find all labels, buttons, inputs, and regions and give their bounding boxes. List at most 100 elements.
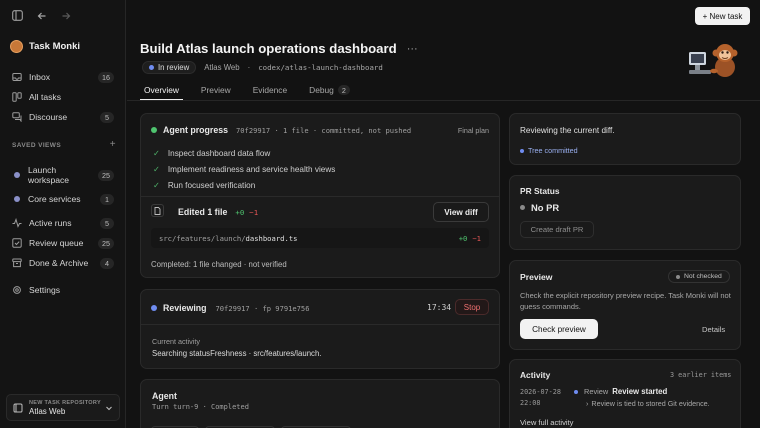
step-label: Implement readiness and service health v… <box>167 164 336 174</box>
saved-views: Launch workspace 25 Core services 1 <box>6 161 120 209</box>
progress-steps: ✓ Inspect dashboard data flow ✓ Implement … <box>153 145 335 193</box>
launch-workspace-count: 25 <box>98 169 114 181</box>
sidebar-toggle-icon[interactable] <box>12 10 23 21</box>
sidebar-item-label: Done & Archive <box>29 258 89 268</box>
pr-status-value-row: No PR <box>520 202 559 213</box>
elapsed-time: 17:34 <box>427 303 452 312</box>
back-arrow-icon[interactable] <box>37 11 47 21</box>
final-plan-link[interactable]: Final plan <box>458 126 489 135</box>
done-archive-count: 4 <box>100 257 114 269</box>
columns-icon <box>12 92 22 102</box>
chevron-right-icon: › <box>586 399 589 408</box>
status-dot-icon <box>149 65 154 70</box>
activity-event: Review Review started <box>574 387 667 396</box>
sidebar-item-done-archive[interactable]: Done & Archive 4 <box>6 253 120 273</box>
repository-caption: NEW TASK REPOSITORY <box>29 399 101 406</box>
sidebar-item-discourse[interactable]: Discourse 5 <box>6 107 120 127</box>
saved-view-label: Launch workspace <box>28 165 70 185</box>
view-diff-button[interactable]: View diff <box>433 202 489 222</box>
brand: Task Monki <box>10 40 80 53</box>
additions-count: +0 <box>235 207 245 217</box>
archive-icon <box>12 258 22 268</box>
tree-status-label: Tree committed <box>528 146 578 155</box>
task-title-row: Build Atlas launch operations dashboard … <box>140 41 418 56</box>
sidebar: Task Monki Inbox 16 All tasks Discourse … <box>0 0 126 428</box>
reviewing-dot-icon <box>151 305 157 311</box>
saved-view-core-services[interactable]: Core services 1 <box>6 189 120 209</box>
activity-timestamp: 2026-07-28 22:08 <box>520 387 561 409</box>
sidebar-item-settings[interactable]: Settings <box>6 280 120 300</box>
repository-selector[interactable]: NEW TASK REPOSITORY Atlas Web <box>6 394 120 421</box>
saved-views-label: SAVED VIEWS <box>12 142 62 149</box>
saved-view-dot-icon <box>14 172 20 178</box>
step-label: Inspect dashboard data flow <box>167 148 271 158</box>
tabs-divider <box>127 100 760 101</box>
activity-time: 22:08 <box>520 399 541 407</box>
saved-views-header: SAVED VIEWS + <box>12 139 116 150</box>
secondary-nav: Active runs 5 Review queue 25 Done & Arc… <box>6 213 120 300</box>
review-queue-count: 25 <box>98 237 114 249</box>
preview-description: Check the explicit repository preview re… <box>520 291 731 311</box>
sidebar-item-active-runs[interactable]: Active runs 5 <box>6 213 120 233</box>
check-icon: ✓ <box>153 181 160 190</box>
saved-view-launch-workspace[interactable]: Launch workspace 25 <box>6 161 120 189</box>
tab-overview[interactable]: Overview <box>140 85 183 100</box>
list-item: ✓ Implement readiness and service health … <box>153 161 335 177</box>
tab-evidence[interactable]: Evidence <box>249 85 291 100</box>
sidebar-item-inbox[interactable]: Inbox 16 <box>6 67 120 87</box>
preview-panel: Preview Not checked Check the explicit r… <box>509 260 741 350</box>
preview-title: Preview <box>520 272 553 282</box>
chat-icon <box>12 112 22 122</box>
file-additions: +0 <box>458 233 468 243</box>
preview-details-link[interactable]: Details <box>702 325 725 334</box>
event-detail: Review is tied to stored Git evidence. <box>591 399 710 408</box>
earlier-items-link[interactable]: 3 earlier items <box>670 371 731 379</box>
reviewing-meta: 70f29917 · fp 9791e756 <box>215 303 310 313</box>
preview-status-badge: Not checked <box>668 270 730 283</box>
agent-title: Agent <box>152 391 177 401</box>
tree-dot-icon <box>520 148 524 153</box>
core-services-count: 1 <box>100 193 114 205</box>
edited-files-label: Edited 1 file <box>178 207 228 217</box>
tab-preview[interactable]: Preview <box>197 85 235 100</box>
check-preview-button[interactable]: Check preview <box>520 319 598 339</box>
chevron-down-icon <box>106 406 112 410</box>
tree-status: Tree committed <box>520 146 578 155</box>
add-saved-view-button[interactable]: + <box>110 139 116 150</box>
sidebar-item-all-tasks[interactable]: All tasks <box>6 87 120 107</box>
divider <box>141 196 499 197</box>
agent-meta: Turn turn-9 · Completed <box>152 403 249 411</box>
inbox-icon <box>12 73 22 81</box>
main-content: + New task Build Atlas launch operations… <box>127 0 760 428</box>
sidebar-item-review-queue[interactable]: Review queue 25 <box>6 233 120 253</box>
debug-count: 2 <box>337 85 350 95</box>
view-full-activity-link[interactable]: View full activity <box>520 418 573 427</box>
project-name: Atlas Web <box>204 63 240 72</box>
deletions-count: −1 <box>249 207 259 217</box>
page-title: Build Atlas launch operations dashboard <box>140 41 397 56</box>
divider <box>141 324 499 325</box>
activity-title: Activity <box>520 370 551 380</box>
activity-icon <box>12 218 22 228</box>
status-label: In review <box>158 63 190 72</box>
sidebar-item-label: Active runs <box>29 218 72 228</box>
saved-view-label: Core services <box>28 194 81 204</box>
forward-arrow-icon[interactable] <box>61 11 71 21</box>
monkey-mascot-illustration <box>689 44 738 77</box>
tab-debug[interactable]: Debug 2 <box>305 85 354 100</box>
check-icon: ✓ <box>153 149 160 158</box>
current-activity-label: Current activity <box>152 337 200 346</box>
file-icon <box>151 204 164 217</box>
create-draft-pr-button[interactable]: Create draft PR <box>520 221 594 238</box>
discourse-count: 5 <box>100 111 114 123</box>
file-directory: src/features/launch/ <box>159 233 246 243</box>
repository-icon <box>13 403 23 412</box>
tab-bar: Overview Preview Evidence Debug 2 <box>140 85 368 100</box>
check-icon: ✓ <box>153 165 160 174</box>
new-task-button[interactable]: + New task <box>695 7 750 25</box>
status-badge: In review <box>142 61 197 74</box>
sidebar-item-label: Inbox <box>29 72 51 82</box>
changed-file-row[interactable]: src/features/launch/ dashboard.ts +0 −1 <box>151 228 489 248</box>
more-options-button[interactable]: ··· <box>407 43 418 55</box>
stop-button[interactable]: Stop <box>455 299 489 315</box>
